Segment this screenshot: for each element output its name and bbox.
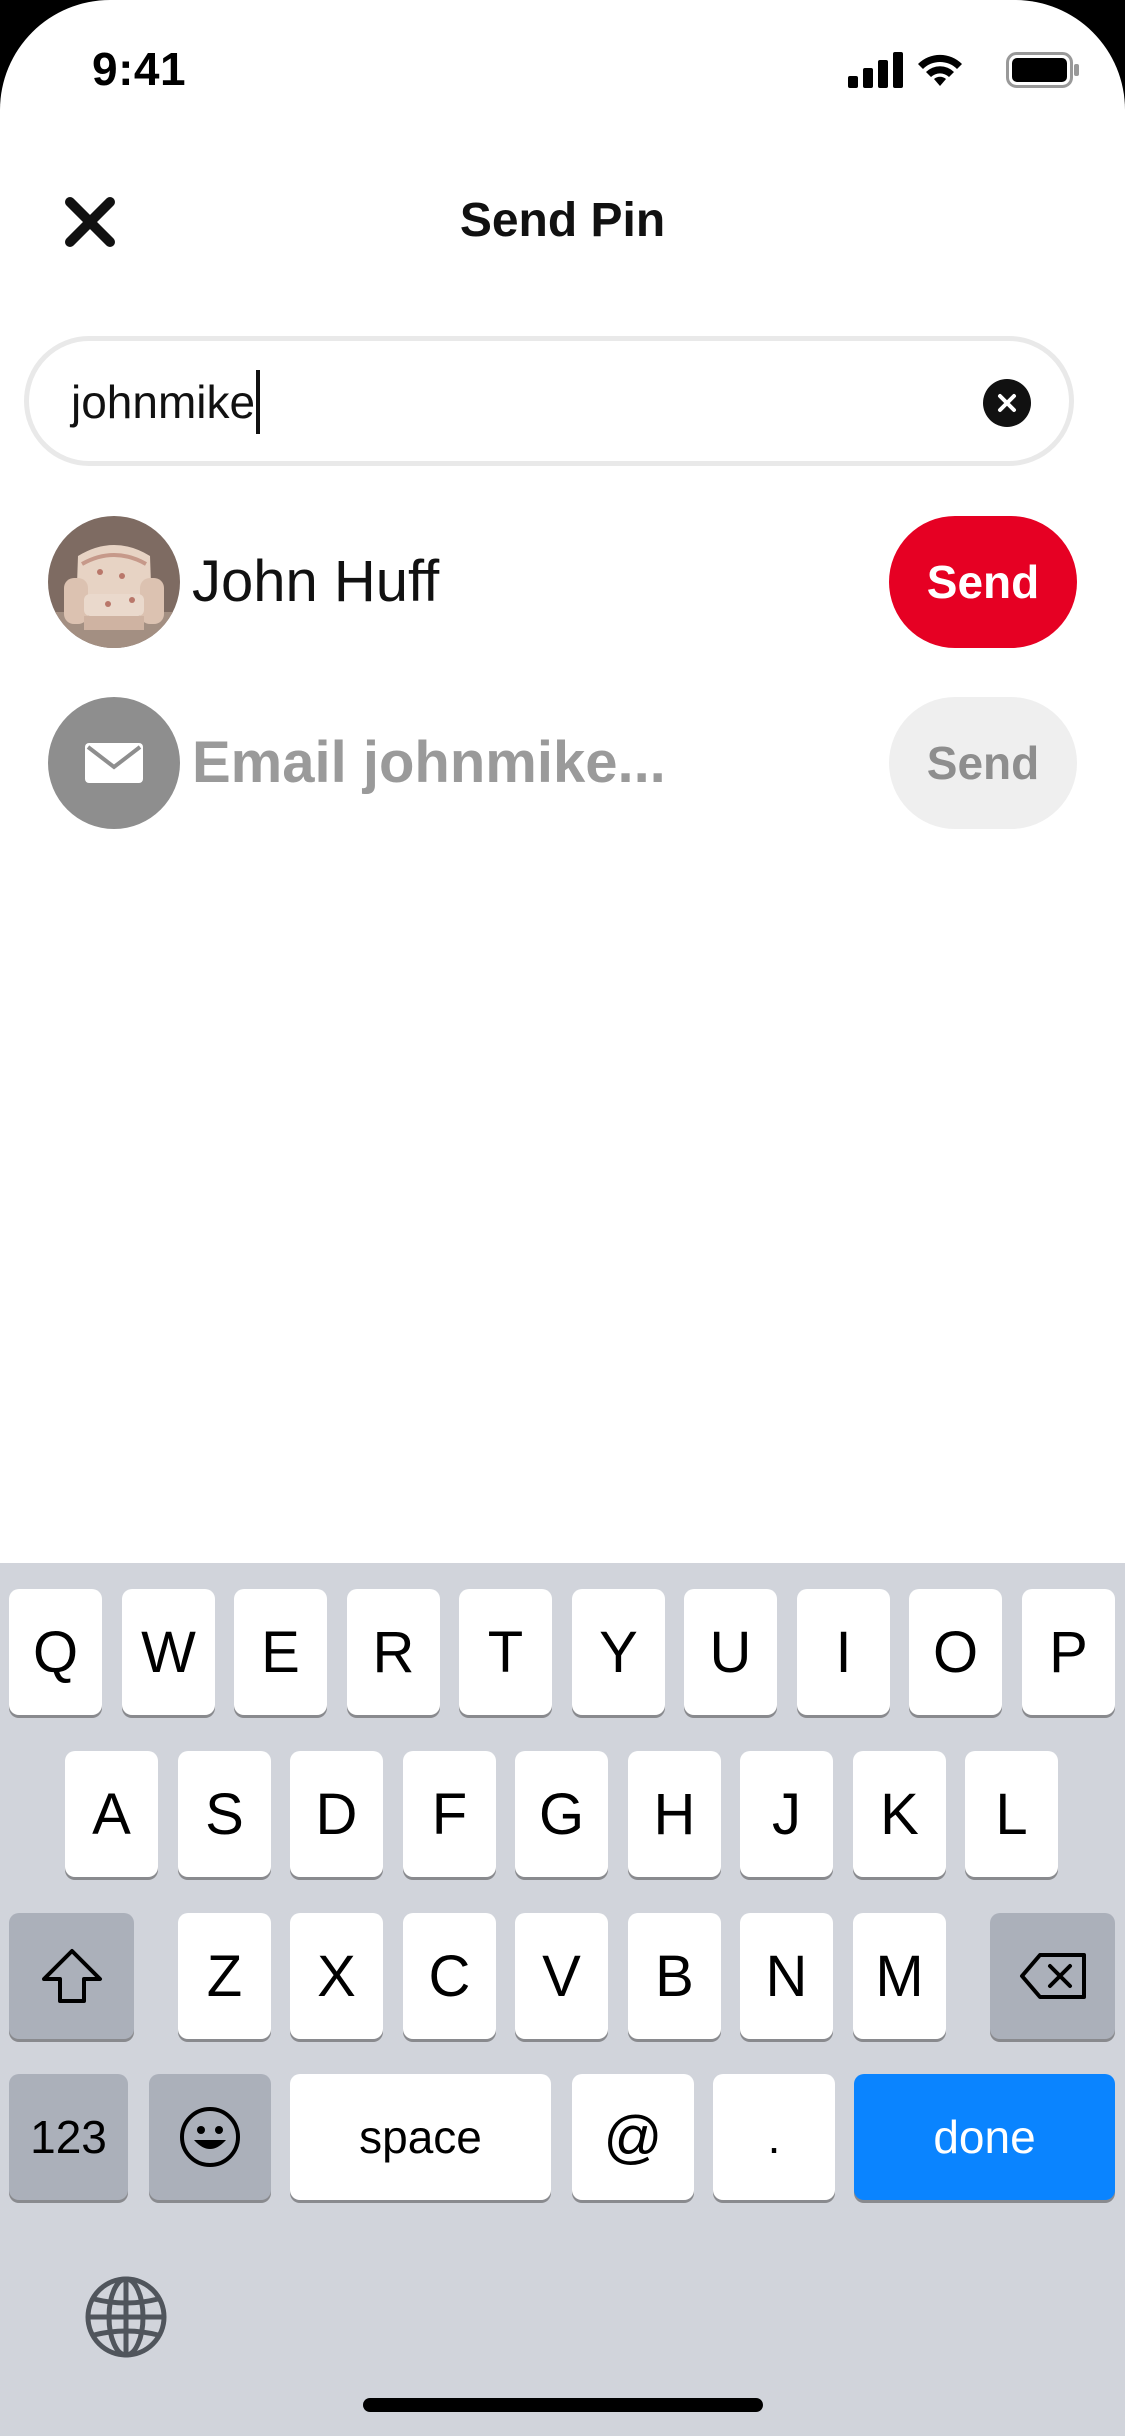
key-f[interactable]: F [403, 1751, 496, 1877]
cellular-signal-icon [848, 52, 903, 88]
key-u[interactable]: U [684, 1589, 777, 1715]
period-key[interactable]: . [713, 2074, 835, 2200]
key-g[interactable]: G [515, 1751, 608, 1877]
page-title: Send Pin [459, 194, 666, 247]
globe-icon[interactable] [84, 2275, 168, 2359]
status-time: 9:41 [92, 43, 187, 95]
key-p[interactable]: P [1022, 1589, 1115, 1715]
done-key[interactable]: done [854, 2074, 1115, 2200]
key-i[interactable]: I [797, 1589, 890, 1715]
avatar [48, 516, 180, 648]
numbers-key[interactable]: 123 [9, 2074, 128, 2200]
send-button[interactable]: Send [889, 516, 1077, 648]
text-caret [256, 370, 261, 434]
key-o[interactable]: O [909, 1589, 1002, 1715]
search-input[interactable]: johnmike [71, 367, 261, 437]
key-n[interactable]: N [740, 1913, 833, 2039]
key-j[interactable]: J [740, 1751, 833, 1877]
shift-key[interactable] [9, 1913, 134, 2039]
battery-icon [1006, 52, 1079, 88]
key-r[interactable]: R [347, 1589, 440, 1715]
key-v[interactable]: V [515, 1913, 608, 2039]
key-b[interactable]: B [628, 1913, 721, 2039]
key-w[interactable]: W [122, 1589, 215, 1715]
key-k[interactable]: K [853, 1751, 946, 1877]
space-key[interactable]: space [290, 2074, 551, 2200]
key-l[interactable]: L [965, 1751, 1058, 1877]
key-a[interactable]: A [65, 1751, 158, 1877]
envelope-icon [85, 743, 143, 783]
email-avatar [48, 697, 180, 829]
delete-key[interactable] [990, 1913, 1115, 2039]
contact-row[interactable]: John Huff Send [0, 516, 1125, 648]
emoji-icon [180, 2107, 240, 2167]
key-x[interactable]: X [290, 1913, 383, 2039]
backspace-icon [1019, 1953, 1086, 1999]
key-c[interactable]: C [403, 1913, 496, 2039]
key-t[interactable]: T [459, 1589, 552, 1715]
wifi-icon [918, 54, 962, 86]
key-q[interactable]: Q [9, 1589, 102, 1715]
email-row[interactable]: Email johnmike... Send [0, 697, 1125, 829]
at-key[interactable]: @ [572, 2074, 694, 2200]
key-m[interactable]: M [853, 1913, 946, 2039]
search-field[interactable]: johnmike [24, 336, 1074, 466]
home-indicator [363, 2398, 763, 2412]
clear-icon [998, 394, 1016, 412]
key-h[interactable]: H [628, 1751, 721, 1877]
key-s[interactable]: S [178, 1751, 271, 1877]
shift-icon [41, 1949, 102, 2003]
key-y[interactable]: Y [572, 1589, 665, 1715]
contact-name: John Huff [192, 549, 440, 614]
search-input-text: johnmike [71, 376, 256, 428]
key-d[interactable]: D [290, 1751, 383, 1877]
clear-search-button[interactable] [983, 379, 1031, 427]
key-z[interactable]: Z [178, 1913, 271, 2039]
send-email-button[interactable]: Send [889, 697, 1077, 829]
email-label: Email johnmike... [192, 730, 666, 795]
armchair-photo-icon [48, 516, 180, 648]
send-pin-screen: 9:41 Send Pin johnmike John Huff Send Em… [0, 0, 1125, 2436]
key-e[interactable]: E [234, 1589, 327, 1715]
keyboard: Q W E R T Y U I O P A S D F G H J K L Z … [0, 1563, 1125, 2436]
emoji-key[interactable] [149, 2074, 271, 2200]
